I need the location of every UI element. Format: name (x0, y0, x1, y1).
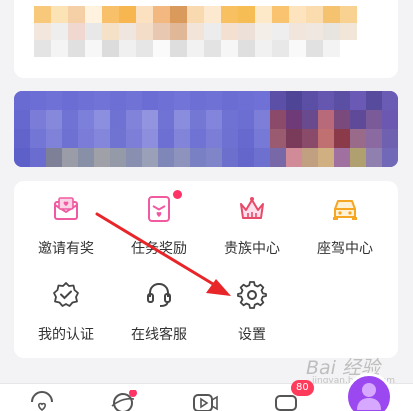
feature-menu-card: 邀请有奖 任务奖励 贵族中心 座驾中心 我的认证 在线客服 设置 (14, 181, 398, 358)
menu-item-invite[interactable]: 邀请有奖 (20, 191, 112, 261)
pixelated-banner-row (14, 129, 398, 148)
gear-icon (236, 279, 268, 311)
pixelated-content-row (34, 6, 374, 23)
nav-video[interactable] (191, 390, 219, 411)
menu-item-label: 我的认证 (38, 327, 94, 343)
task-reward-icon (143, 190, 182, 225)
pixelated-banner-row (14, 148, 398, 167)
menu-item-noble-center[interactable]: 贵族中心 (206, 191, 298, 261)
pixelated-content-row (34, 40, 374, 57)
promo-banner[interactable] (14, 91, 398, 167)
menu-item-label: 座驾中心 (317, 241, 373, 257)
pixelated-banner-row (14, 110, 398, 129)
top-pixelated-card (14, 0, 398, 78)
menu-item-car-center[interactable]: 座驾中心 (299, 191, 391, 261)
pixelated-content-row (34, 23, 374, 40)
menu-item-task-reward[interactable]: 任务奖励 (113, 190, 205, 261)
invite-envelope-icon (50, 193, 82, 225)
planet-icon (111, 389, 137, 411)
menu-item-label: 贵族中心 (224, 241, 280, 257)
nav-home[interactable] (28, 390, 56, 411)
notification-dot (173, 190, 182, 199)
crown-icon (236, 193, 268, 225)
nav-planet[interactable] (109, 389, 137, 411)
menu-item-settings[interactable]: 设置 (206, 277, 298, 347)
menu-item-online-service[interactable]: 在线客服 (113, 277, 205, 347)
menu-item-label: 在线客服 (131, 327, 187, 343)
pixelated-banner-row (14, 91, 398, 110)
verified-badge-icon (50, 279, 82, 311)
nav-profile[interactable] (345, 373, 393, 411)
menu-item-label: 邀请有奖 (38, 241, 94, 257)
car-icon (329, 193, 361, 225)
headset-icon (143, 279, 175, 311)
unread-badge: 80 (291, 380, 314, 396)
video-icon (193, 394, 218, 411)
profile-icon (357, 383, 381, 410)
home-heart-icon (31, 391, 53, 411)
menu-item-label: 任务奖励 (131, 241, 187, 257)
menu-item-label: 设置 (238, 327, 266, 343)
menu-item-my-verification[interactable]: 我的认证 (20, 277, 112, 347)
